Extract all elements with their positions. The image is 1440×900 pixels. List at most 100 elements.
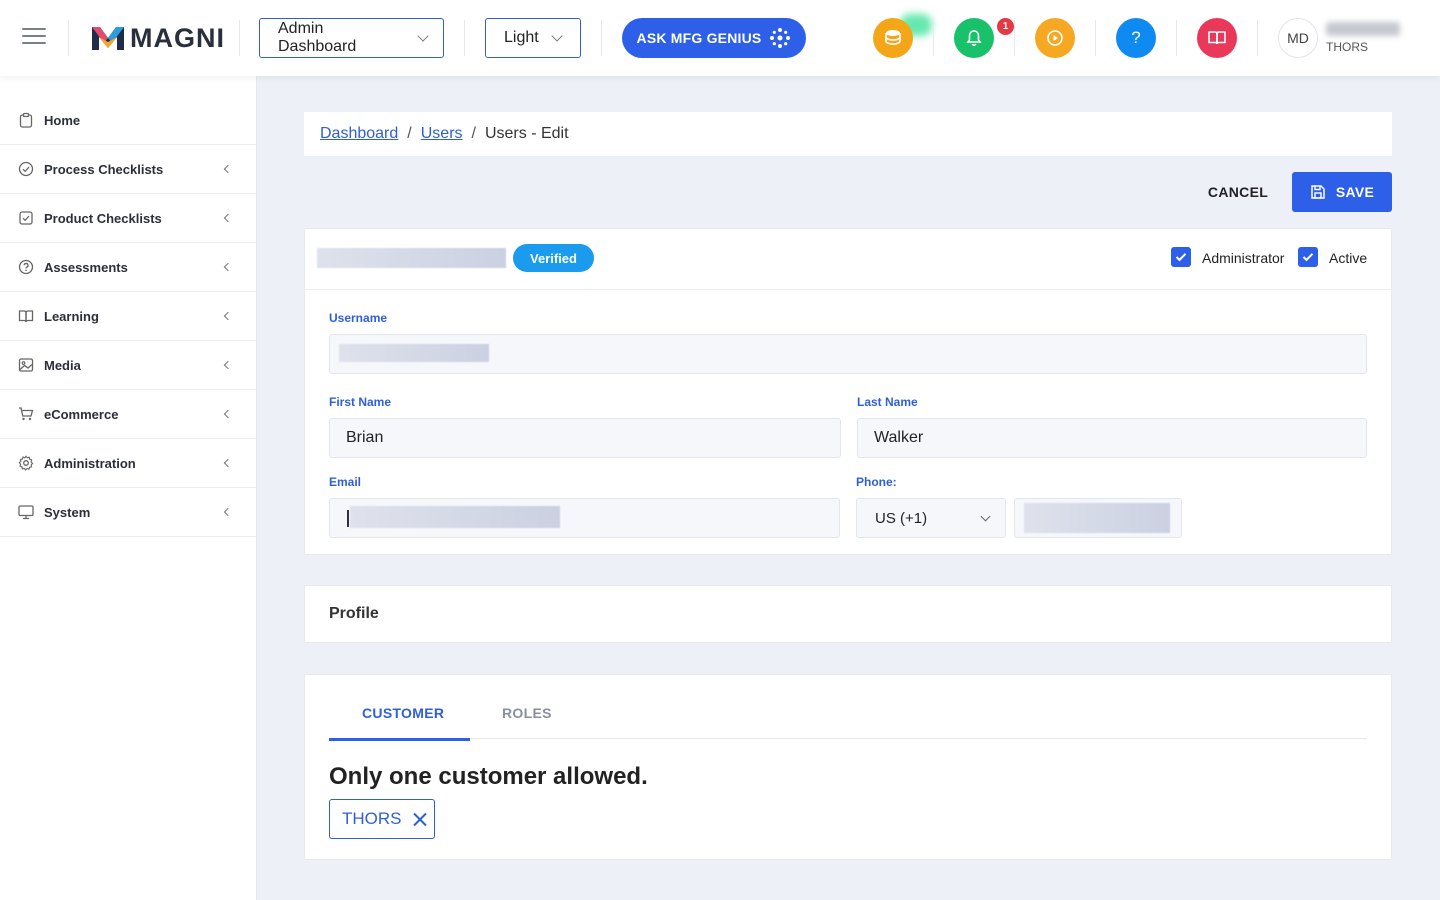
customer-roles-card: CUSTOMER ROLES Only one customer allowed… [304,674,1392,860]
divider [464,20,465,56]
email-field[interactable] [329,498,840,538]
chevron-left-icon [223,360,233,370]
phone-number-redacted [1024,503,1170,533]
save-button[interactable]: SAVE [1292,172,1392,212]
customer-limit-note: Only one customer allowed. [329,763,648,790]
sidebar-item-home[interactable]: Home [0,96,256,145]
tab-roles[interactable]: ROLES [502,705,552,721]
sidebar-item-administration[interactable]: Administration [0,439,256,488]
verified-badge: Verified [513,244,594,272]
breadcrumb-dashboard-link[interactable]: Dashboard [320,125,398,143]
last-name-field[interactable]: Walker [857,418,1367,458]
divider [933,20,934,56]
user-fullname-redacted [317,248,506,268]
phone-country-value: US (+1) [875,509,928,527]
check-square-icon [18,210,34,226]
divider [601,20,602,56]
sidebar-item-label: Process Checklists [44,161,164,177]
breadcrumb-separator: / [471,125,476,142]
first-name-field[interactable]: Brian [329,418,841,458]
sidebar: Home Process Checklists Product Checklis… [0,76,257,900]
sidebar-item-system[interactable]: System [0,488,256,537]
user-details-card: Verified Administrator Active Username F… [304,228,1392,555]
user-org: THORS [1326,40,1368,54]
check-circle-icon [18,161,34,177]
user-avatar[interactable]: MD [1278,18,1318,58]
bell-icon [966,30,982,46]
cancel-button[interactable]: CANCEL [1196,172,1280,212]
administrator-checkbox[interactable] [1171,247,1191,267]
sidebar-item-assessments[interactable]: Assessments [0,243,256,292]
sidebar-item-label: Product Checklists [44,210,162,226]
sidebar-item-label: Learning [44,308,99,324]
sidebar-item-label: Administration [44,455,136,471]
theme-select[interactable]: Light [485,18,581,58]
username-field[interactable] [329,334,1367,374]
checkmark-icon [1302,253,1314,262]
chevron-down-icon [417,30,429,42]
play-circle-icon [1047,30,1063,46]
question-circle-icon [18,259,34,275]
user-initials: MD [1287,30,1309,46]
notifications-button[interactable] [954,18,994,58]
chevron-left-icon [223,311,233,321]
divider [1176,20,1177,56]
first-name-label: First Name [329,395,392,409]
remove-x-icon[interactable] [412,811,428,827]
chevron-down-icon [551,30,563,42]
divider [239,20,240,56]
tabs-divider [329,738,1367,739]
sparkle-icon [770,28,791,48]
theme-select-value: Light [504,29,539,46]
phone-number-field[interactable] [1014,498,1182,538]
ask-mfg-genius-button[interactable]: ASK MFG GENIUS [622,18,806,58]
play-button[interactable] [1035,18,1075,58]
sidebar-item-label: Assessments [44,259,128,275]
tab-customer[interactable]: CUSTOMER [362,705,444,721]
divider [1095,20,1096,56]
profile-section[interactable]: Profile [304,585,1392,643]
docs-button[interactable] [1197,18,1237,58]
dashboard-select[interactable]: Admin Dashboard [259,18,444,58]
hamburger-menu-icon[interactable] [22,28,46,48]
sidebar-item-product-checklists[interactable]: Product Checklists [0,194,256,243]
customer-chip: THORS [329,799,435,839]
checkmark-icon [1175,253,1187,262]
chevron-down-icon [980,511,991,522]
chevron-left-icon [223,507,233,517]
coins-button[interactable] [873,18,913,58]
sidebar-item-media[interactable]: Media [0,341,256,390]
book-icon [18,308,34,324]
divider [1257,20,1258,56]
customer-chip-label: THORS [342,809,402,828]
breadcrumb-users-link[interactable]: Users [421,125,463,143]
sidebar-item-label: System [44,504,91,520]
sidebar-item-learning[interactable]: Learning [0,292,256,341]
active-checkbox[interactable] [1298,247,1318,267]
chevron-left-icon [223,164,233,174]
logo-mark-icon [92,27,124,50]
magni-logo[interactable]: MAGNI [90,22,225,54]
open-book-icon [1208,31,1226,45]
active-label: Active [1329,250,1368,266]
phone-label: Phone: [856,475,897,489]
cart-icon [18,406,34,422]
breadcrumb-separator: / [407,125,412,142]
dashboard-select-value: Admin Dashboard [278,20,357,55]
text-cursor [347,510,349,527]
sidebar-item-ecommerce[interactable]: eCommerce [0,390,256,439]
help-button[interactable]: ? [1116,18,1156,58]
username-label: Username [329,311,388,325]
chevron-left-icon [223,409,233,419]
chevron-left-icon [223,262,233,272]
help-icon: ? [1131,28,1141,47]
breadcrumb: Dashboard / Users / Users - Edit [304,112,1392,156]
chevron-left-icon [223,213,233,223]
gear-icon [18,455,34,471]
username-redacted [339,344,489,362]
phone-country-select[interactable]: US (+1) [856,498,1006,538]
save-button-label: SAVE [1335,184,1375,200]
first-name-value: Brian [346,429,384,446]
last-name-label: Last Name [857,395,918,409]
sidebar-item-process-checklists[interactable]: Process Checklists [0,145,256,194]
